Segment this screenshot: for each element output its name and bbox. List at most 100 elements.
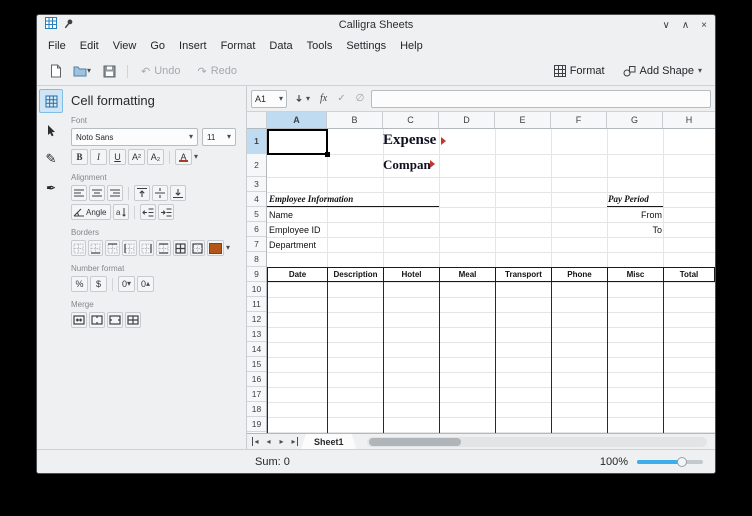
sheet-canvas[interactable]: Expense Compan Employee Information Pay … bbox=[267, 129, 715, 433]
superscript-button[interactable]: A² bbox=[128, 149, 145, 165]
merge-vertical-button[interactable] bbox=[107, 312, 123, 328]
row-header-3[interactable]: 3 bbox=[247, 177, 266, 192]
select-all-corner[interactable] bbox=[247, 112, 267, 128]
percent-format-button[interactable]: % bbox=[71, 276, 88, 292]
menu-data[interactable]: Data bbox=[262, 37, 299, 55]
row-header-13[interactable]: 13 bbox=[247, 327, 266, 342]
row-header-11[interactable]: 11 bbox=[247, 297, 266, 312]
font-family-select[interactable]: Noto Sans ▾ bbox=[71, 128, 198, 146]
row-header-14[interactable]: 14 bbox=[247, 342, 266, 357]
unmerge-cells-button[interactable] bbox=[125, 312, 141, 328]
next-sheet-button[interactable]: ▸ bbox=[275, 437, 288, 446]
open-document-button[interactable]: ▾ bbox=[70, 60, 94, 82]
column-header-a[interactable]: A bbox=[267, 112, 327, 128]
selection-tool[interactable] bbox=[39, 118, 63, 142]
border-left-button[interactable] bbox=[122, 240, 137, 256]
menu-file[interactable]: File bbox=[41, 37, 73, 55]
row-header-16[interactable]: 16 bbox=[247, 372, 266, 387]
calligraphy-tool[interactable]: ✒ bbox=[39, 176, 63, 200]
row-header-2[interactable]: 2 bbox=[247, 154, 266, 177]
first-sheet-button[interactable]: ◂ bbox=[249, 437, 262, 446]
menu-settings[interactable]: Settings bbox=[339, 37, 393, 55]
indent-decrease-button[interactable] bbox=[140, 204, 156, 220]
align-left-button[interactable] bbox=[71, 185, 87, 201]
menu-help[interactable]: Help bbox=[393, 37, 430, 55]
row-header-17[interactable]: 17 bbox=[247, 387, 266, 402]
border-color-button[interactable] bbox=[207, 240, 224, 256]
row-header-9[interactable]: 9 bbox=[247, 267, 266, 282]
horizontal-scrollbar-thumb[interactable] bbox=[369, 438, 461, 446]
column-header-d[interactable]: D bbox=[439, 112, 495, 128]
merge-horizontal-button[interactable] bbox=[89, 312, 105, 328]
border-bottom-button[interactable] bbox=[88, 240, 103, 256]
border-all-button[interactable] bbox=[173, 240, 188, 256]
precision-decrease-button[interactable]: 0 ▾ bbox=[118, 276, 135, 292]
currency-format-button[interactable]: $ bbox=[90, 276, 107, 292]
cancel-formula-button[interactable]: ∅ bbox=[353, 90, 368, 108]
font-color-caret[interactable]: ▾ bbox=[194, 153, 198, 161]
font-color-button[interactable]: A bbox=[175, 149, 192, 165]
menu-go[interactable]: Go bbox=[143, 37, 172, 55]
apply-formula-button[interactable]: ✓ bbox=[334, 90, 348, 108]
bold-button[interactable]: B bbox=[71, 149, 88, 165]
menu-insert[interactable]: Insert bbox=[172, 37, 214, 55]
previous-sheet-button[interactable]: ◂ bbox=[262, 437, 275, 446]
row-header-7[interactable]: 7 bbox=[247, 237, 266, 252]
italic-button[interactable]: I bbox=[90, 149, 107, 165]
save-button[interactable] bbox=[97, 60, 121, 82]
row-header-12[interactable]: 12 bbox=[247, 312, 266, 327]
row-header-10[interactable]: 10 bbox=[247, 282, 266, 297]
selected-cell-a1[interactable] bbox=[267, 129, 328, 155]
zoom-slider[interactable] bbox=[637, 460, 703, 464]
menu-format[interactable]: Format bbox=[214, 37, 263, 55]
row-header-6[interactable]: 6 bbox=[247, 222, 266, 237]
selection-fill-handle[interactable] bbox=[325, 152, 330, 157]
column-header-g[interactable]: G bbox=[607, 112, 663, 128]
font-size-select[interactable]: 11 ▾ bbox=[202, 128, 236, 146]
align-center-button[interactable] bbox=[89, 185, 105, 201]
align-right-button[interactable] bbox=[107, 185, 123, 201]
column-header-e[interactable]: E bbox=[495, 112, 551, 128]
border-outer-button[interactable] bbox=[190, 240, 205, 256]
row-header-1[interactable]: 1 bbox=[247, 129, 266, 154]
column-header-f[interactable]: F bbox=[551, 112, 607, 128]
precision-increase-button[interactable]: 0 ▴ bbox=[137, 276, 154, 292]
row-header-4[interactable]: 4 bbox=[247, 192, 266, 207]
last-sheet-button[interactable]: ▸ bbox=[288, 437, 301, 446]
open-dropdown-caret[interactable]: ▾ bbox=[87, 67, 91, 75]
column-header-b[interactable]: B bbox=[327, 112, 383, 128]
border-color-caret[interactable]: ▾ bbox=[226, 244, 230, 252]
merge-cells-button[interactable] bbox=[71, 312, 87, 328]
menu-edit[interactable]: Edit bbox=[73, 37, 106, 55]
column-header-h[interactable]: H bbox=[663, 112, 715, 128]
column-header-c[interactable]: C bbox=[383, 112, 439, 128]
spreadsheet-tool[interactable] bbox=[39, 89, 63, 113]
new-document-button[interactable] bbox=[43, 60, 67, 82]
formula-selector-button[interactable]: ▾ bbox=[291, 90, 313, 108]
horizontal-scrollbar[interactable] bbox=[367, 437, 707, 447]
underline-button[interactable]: U bbox=[109, 149, 126, 165]
cell-reference-box[interactable]: A1 ▾ bbox=[251, 90, 287, 108]
row-header-18[interactable]: 18 bbox=[247, 402, 266, 417]
close-button[interactable]: × bbox=[701, 20, 707, 31]
undo-button[interactable]: ↶ Undo bbox=[134, 62, 188, 81]
border-none-button[interactable] bbox=[71, 240, 86, 256]
maximize-button[interactable]: ∧ bbox=[682, 20, 689, 31]
indent-increase-button[interactable] bbox=[158, 204, 174, 220]
align-middle-button[interactable] bbox=[152, 185, 168, 201]
border-horizontal-button[interactable] bbox=[156, 240, 171, 256]
insert-function-button[interactable]: fx bbox=[317, 90, 330, 108]
add-shape-button[interactable]: Add Shape ▾ bbox=[616, 62, 709, 80]
formula-input[interactable] bbox=[371, 90, 711, 108]
subscript-button[interactable]: A₂ bbox=[147, 149, 164, 165]
align-bottom-button[interactable] bbox=[170, 185, 186, 201]
zoom-slider-thumb[interactable] bbox=[677, 457, 687, 467]
border-right-button[interactable] bbox=[139, 240, 154, 256]
redo-button[interactable]: ↷ Redo bbox=[191, 62, 245, 81]
menu-view[interactable]: View bbox=[106, 37, 144, 55]
row-header-8[interactable]: 8 bbox=[247, 252, 266, 267]
sheet-tab-sheet1[interactable]: Sheet1 bbox=[301, 434, 357, 449]
minimize-button[interactable]: ∨ bbox=[663, 20, 670, 31]
menu-tools[interactable]: Tools bbox=[300, 37, 340, 55]
freehand-pen-tool[interactable]: ✎ bbox=[39, 147, 63, 171]
